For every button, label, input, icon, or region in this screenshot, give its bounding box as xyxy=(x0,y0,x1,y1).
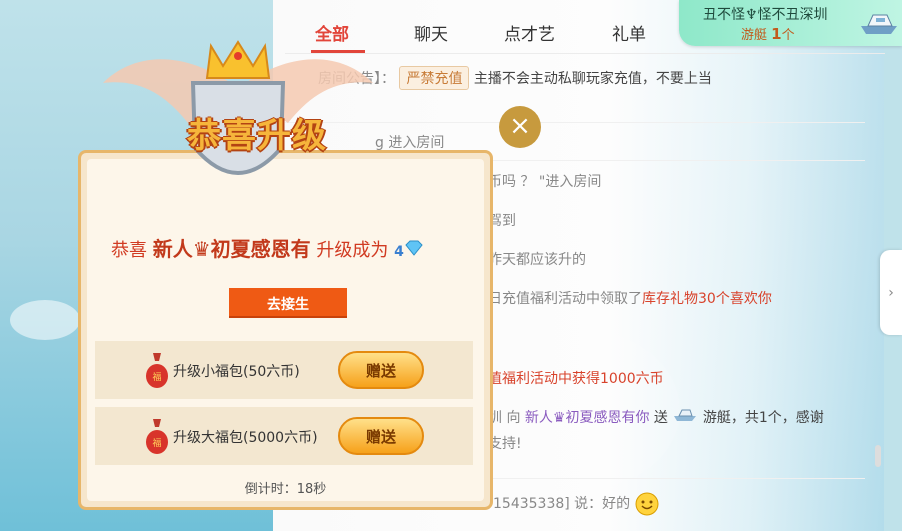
chat-message: 圳 向 新人♛初夏感恩有你 送 游艇，共1个，感谢 xyxy=(488,406,824,427)
chevron-right-icon: › xyxy=(888,284,894,301)
chat-message: 15435338] 说：好的 xyxy=(493,492,659,516)
chat-message: g 进入房间 xyxy=(375,135,445,151)
notice-sender: 丑不怪♆怪不丑深圳 xyxy=(703,7,828,23)
lucky-bag-icon: 福 xyxy=(146,419,168,454)
level-number: 4 xyxy=(394,244,404,260)
level-up-banner-title: 恭喜升级 xyxy=(187,116,327,156)
chat-message: 支持! xyxy=(488,436,522,452)
tab-chat[interactable]: 聊天 xyxy=(414,20,448,45)
send-large-gift-button[interactable]: 赠送 xyxy=(338,417,424,455)
diamond-icon xyxy=(405,240,423,256)
gift-notification[interactable]: 丑不怪♆怪不丑深圳 游艇 1个 xyxy=(679,0,902,46)
side-panel-toggle[interactable]: › xyxy=(880,250,902,335)
countdown-text: 倒计时：18秒 xyxy=(244,482,327,497)
tab-gift-list[interactable]: 礼单 xyxy=(612,20,646,45)
yacht-icon xyxy=(674,409,697,421)
close-button[interactable]: × xyxy=(499,106,541,148)
svg-text:福: 福 xyxy=(152,371,161,383)
chat-message: 值福利活动中获得1000六币 xyxy=(488,371,664,387)
notice-gift: 游艇 1个 xyxy=(741,25,795,43)
chat-scrollbar[interactable] xyxy=(875,445,881,467)
svg-text:福: 福 xyxy=(152,437,161,449)
send-small-gift-button[interactable]: 赠送 xyxy=(338,351,424,389)
chat-message: 昨天都应该升的 xyxy=(488,252,586,268)
smile-emoji-icon xyxy=(635,492,659,516)
gift-row-small: 福 升级小福包(50六币) 赠送 xyxy=(95,341,473,399)
gift-row-large: 福 升级大福包(5000六币) 赠送 xyxy=(95,407,473,465)
chat-message: 币吗 ？ "进入房间 xyxy=(488,174,602,190)
yacht-icon xyxy=(861,14,897,34)
announcement-tag: 严禁充值 xyxy=(399,66,470,90)
congrats-text: 恭喜 新人♛初夏感恩有 升级成为 4 xyxy=(111,233,424,262)
go-deliver-button[interactable]: 去接生 xyxy=(229,288,347,318)
lucky-bag-icon: 福 xyxy=(146,353,168,388)
background-wave xyxy=(10,300,80,340)
tab-talent[interactable]: 点才艺 xyxy=(504,20,555,45)
chat-message: 日充值福利活动中领取了库存礼物30个喜欢你 xyxy=(488,291,772,307)
chat-username[interactable]: 新人♛初夏感恩有你 xyxy=(525,410,650,426)
dialog-username: 新人♛初夏感恩有 xyxy=(152,237,311,261)
